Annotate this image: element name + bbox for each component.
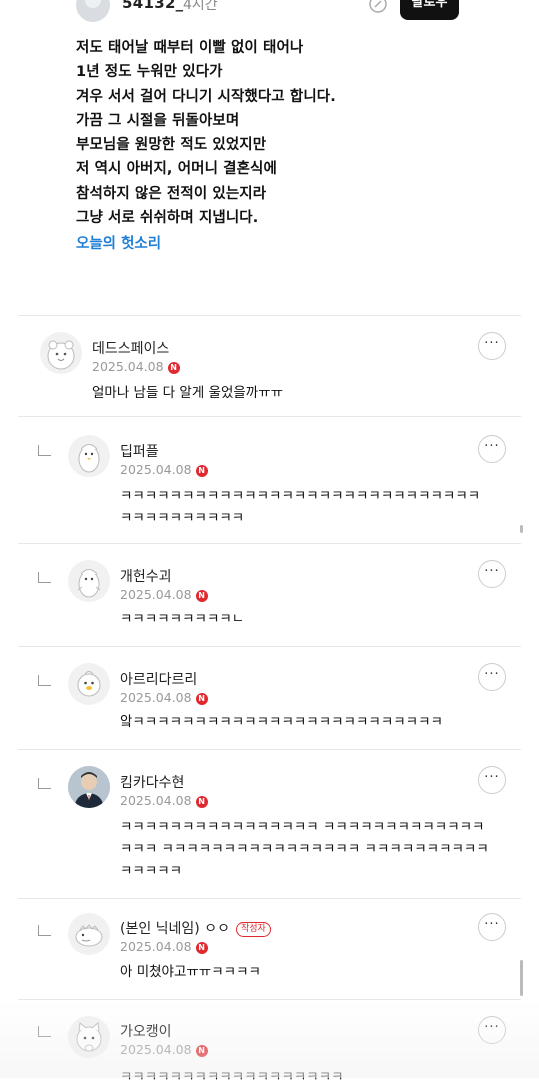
more-options-button[interactable]: ··· — [478, 560, 506, 588]
hamster-icon[interactable] — [40, 332, 82, 374]
more-options-button[interactable]: ··· — [478, 1016, 506, 1044]
cat-icon[interactable] — [68, 1016, 110, 1058]
post-text-line: 1년 정도 누워만 있다가 — [76, 64, 223, 81]
comment-text: ㅋㅋㅋㅋㅋㅋㅋㅋㅋㅋㅋㅋㅋㅋㅋㅋㅋㅋㅋㅋㅋㅋㅋㅋㅋㅋㅋㅋㅋㅋㅋㅋㅋㅋㅋㅋㅋㅋㅋ — [120, 488, 481, 526]
author-name[interactable]: 54132_ — [122, 0, 184, 12]
commenter-name[interactable]: 가오캥이 — [120, 1021, 172, 1041]
more-options-button[interactable]: ··· — [478, 766, 506, 794]
commenter-name[interactable]: 킴카다수현 — [120, 772, 184, 792]
more-options-button[interactable]: ··· — [478, 913, 506, 941]
comment-text: ㅋㅋㅋㅋㅋㅋㅋㅋㅋㅋㅋㅋㅋㅋㅋㅋ ㅋㅋㅋㅋㅋㅋㅋㅋㅋㅋㅋㅋㅋㅋㅋㅋ ㅋㅋㅋㅋㅋㅋ… — [120, 819, 489, 879]
link-icon[interactable] — [368, 0, 388, 14]
reply-comment: 개헌수괴 2025.04.08 N ··· ㅋㅋㅋㅋㅋㅋㅋㅋㅋㄴ — [18, 544, 521, 646]
new-badge: N — [195, 465, 208, 477]
new-badge: N — [195, 1045, 208, 1057]
post-text-line: 저 역시 아버지, 어머니 결혼식에 — [76, 161, 277, 178]
comment-date: 2025.04.08 N — [120, 793, 208, 808]
more-options-button[interactable]: ··· — [478, 332, 506, 360]
new-badge: N — [195, 796, 208, 808]
comment-text: ㅋㅋㅋㅋㅋㅋㅋㅋㅋㅋㅋㅋㅋㅋㅋㅋㅋㅋ — [120, 1069, 344, 1085]
scrollbar-thumb[interactable] — [520, 525, 523, 533]
reply-indicator-icon — [38, 445, 51, 456]
comment-date: 2025.04.08 N — [120, 587, 208, 602]
post-text-line: 그냥 서로 쉬쉬하며 지냅니다. — [76, 210, 259, 227]
person-photo[interactable] — [68, 766, 110, 808]
reply-comment: 가오캥이 2025.04.08 N ··· ㅋㅋㅋㅋㅋㅋㅋㅋㅋㅋㅋㅋㅋㅋㅋㅋㅋㅋ — [18, 1000, 521, 1085]
penguin-icon[interactable] — [68, 560, 110, 602]
post-topic-tag[interactable]: 오늘의 헛소리 — [76, 232, 161, 253]
new-badge: N — [195, 693, 208, 705]
new-badge: N — [167, 362, 180, 374]
post-text-line: 부모님을 원망한 적도 있었지만 — [76, 137, 267, 154]
reply-indicator-icon — [38, 675, 51, 686]
comment-text: 앜ㅋㅋㅋㅋㅋㅋㅋㅋㅋㅋㅋㅋㅋㅋㅋㅋㅋㅋㅋㅋㅋㅋㅋㅋㅋ — [120, 714, 443, 730]
chick-icon[interactable] — [68, 663, 110, 705]
penguin-icon[interactable] — [68, 435, 110, 477]
comment-text: 아 미쳤야고ㅠㅠㅋㅋㅋㅋ — [120, 964, 261, 980]
post-text-line: 겨우 서서 걸어 다니기 시작했다고 합니다. — [76, 88, 336, 105]
commenter-name[interactable]: 딥퍼플 — [120, 441, 159, 461]
commenter-name[interactable]: (본인 닉네임) ㅇㅇ 작성자 — [120, 918, 271, 938]
author-badge: 작성자 — [235, 922, 271, 937]
post-text-line: 가끔 그 시절을 뒤돌아보며 — [76, 112, 240, 129]
comment: 데드스페이스 2025.04.08 N ··· 얼마나 남들 다 알게 울었을까ㅠ… — [18, 316, 521, 416]
reply-indicator-icon — [38, 778, 51, 789]
new-badge: N — [195, 590, 208, 602]
scrollbar-thumb[interactable] — [520, 960, 523, 996]
post-time: 4시간 — [183, 0, 218, 13]
comment-date: 2025.04.08 N — [92, 359, 180, 374]
comment-text: 얼마나 남들 다 알게 울었을까ㅠㅠ — [92, 385, 284, 401]
post-text-line: 저도 태어날 때부터 이빨 없이 태어나 — [76, 40, 304, 56]
comment-date: 2025.04.08 N — [120, 939, 208, 954]
new-badge: N — [195, 942, 208, 954]
comment-text: ㅋㅋㅋㅋㅋㅋㅋㅋㅋㄴ — [120, 611, 245, 627]
commenter-name[interactable]: 아르리다르리 — [120, 669, 197, 689]
comment-date: 2025.04.08 N — [120, 690, 208, 705]
post-header: 54132_ 4시간 팔로우 — [0, 0, 539, 30]
post-body: 저도 태어날 때부터 이빨 없이 태어나 1년 정도 누워만 있다가 겨우 서서… — [76, 36, 516, 230]
follow-button[interactable]: 팔로우 — [400, 0, 459, 20]
commenter-name[interactable]: 데드스페이스 — [92, 338, 169, 358]
reply-indicator-icon — [38, 1026, 51, 1037]
more-options-button[interactable]: ··· — [478, 435, 506, 463]
reply-indicator-icon — [38, 925, 51, 936]
author-avatar[interactable] — [76, 0, 110, 22]
commenter-name[interactable]: 개헌수괴 — [120, 566, 172, 586]
more-options-button[interactable]: ··· — [478, 663, 506, 691]
reply-comment: 아르리다르리 2025.04.08 N ··· 앜ㅋㅋㅋㅋㅋㅋㅋㅋㅋㅋㅋㅋㅋㅋㅋㅋ… — [18, 647, 521, 749]
dino-icon[interactable] — [68, 913, 110, 955]
comment-date: 2025.04.08 N — [120, 1042, 208, 1057]
post-text-line: 참석하지 않은 전적이 있는지라 — [76, 185, 267, 202]
reply-comment: (본인 닉네임) ㅇㅇ 작성자 2025.04.08 N ··· 아 미쳤야고ㅠㅠㅋ… — [18, 899, 521, 999]
reply-indicator-icon — [38, 572, 51, 583]
comment-date: 2025.04.08 N — [120, 462, 208, 477]
reply-comment: 딥퍼플 2025.04.08 N ··· ㅋㅋㅋㅋㅋㅋㅋㅋㅋㅋㅋㅋㅋㅋㅋㅋㅋㅋㅋㅋ… — [18, 417, 521, 543]
reply-comment: 킴카다수현 2025.04.08 N ··· ㅋㅋㅋㅋㅋㅋㅋㅋㅋㅋㅋㅋㅋㅋㅋㅋ ㅋ… — [18, 750, 521, 898]
